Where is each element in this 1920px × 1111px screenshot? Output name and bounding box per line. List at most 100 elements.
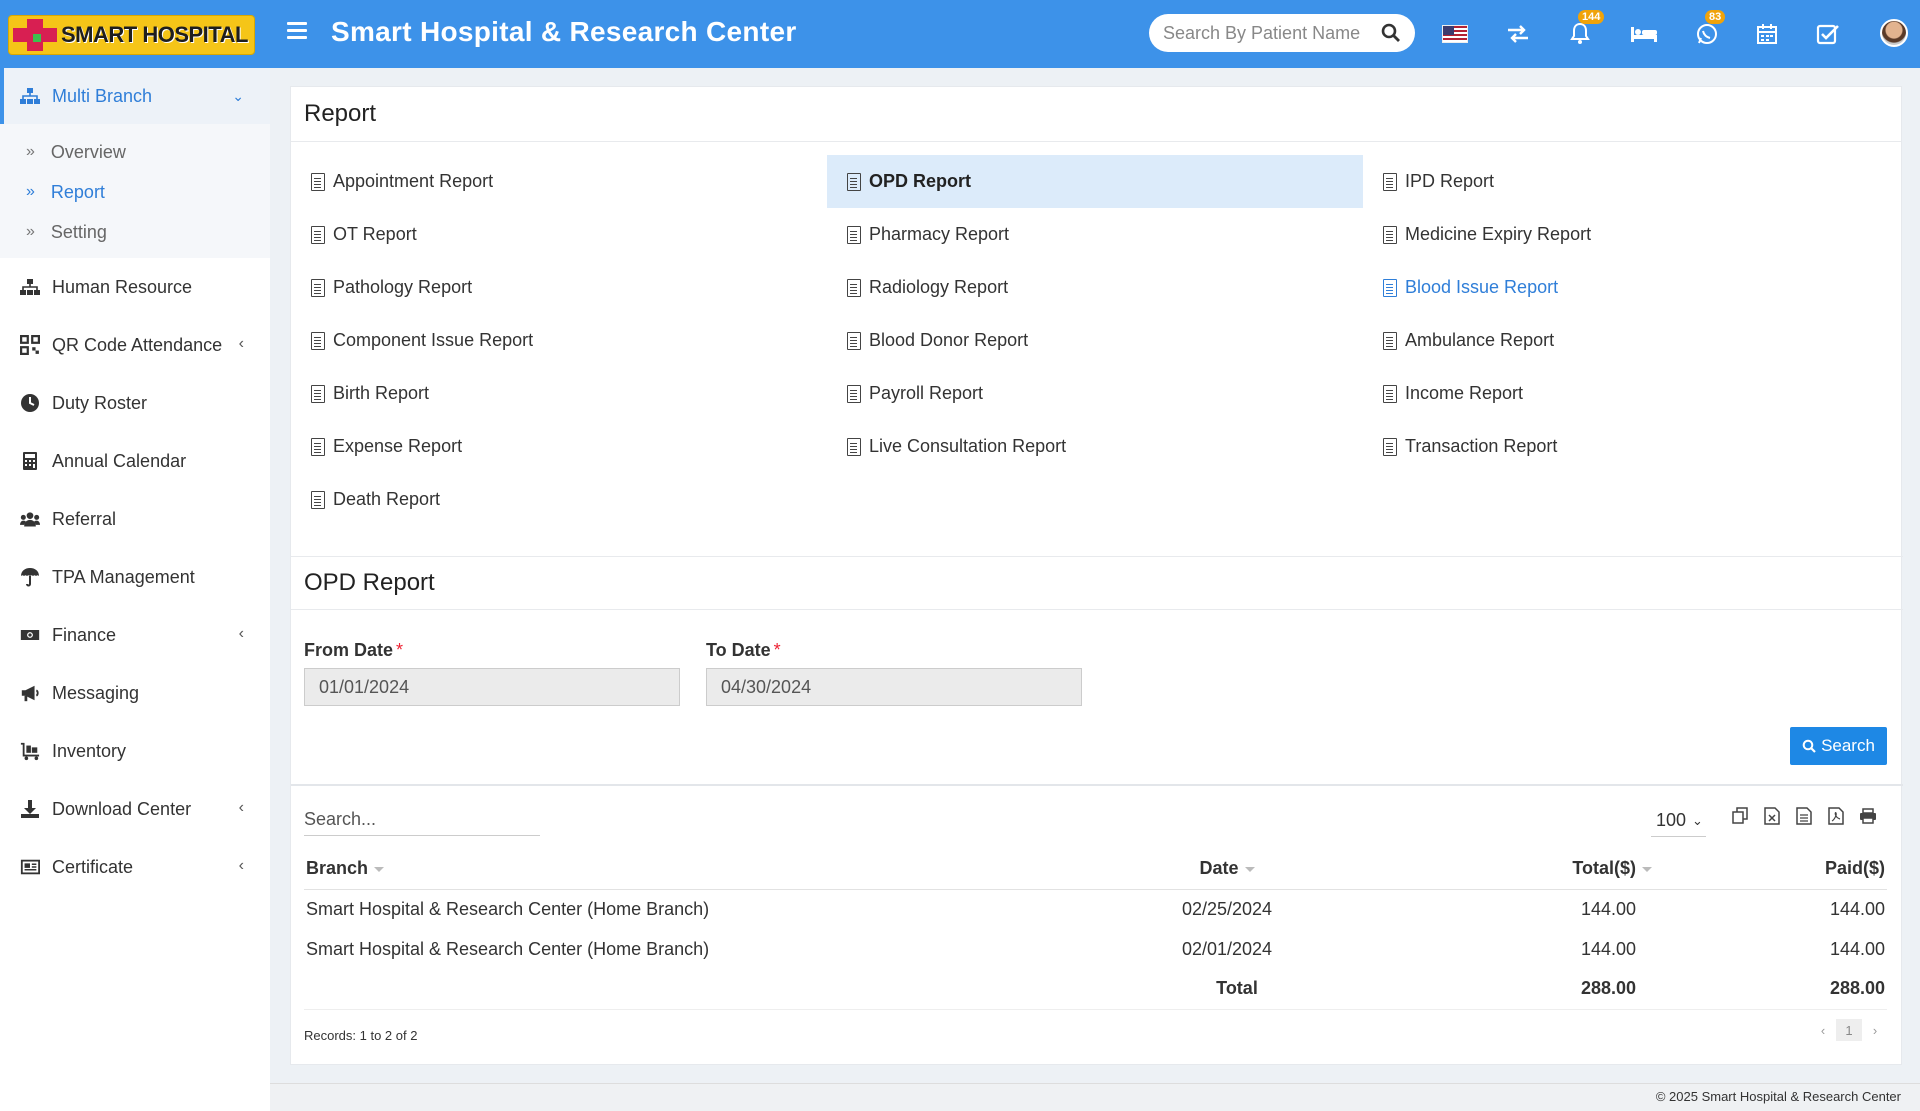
menu-toggle-icon[interactable] [287, 22, 307, 42]
chevron-left-icon: ‹ [238, 335, 244, 352]
submenu-item-setting[interactable]: » Setting [0, 212, 270, 252]
sidebar-item-duty-roster[interactable]: Duty Roster [0, 374, 270, 432]
submenu-item-overview[interactable]: » Overview [0, 132, 270, 172]
csv-icon[interactable] [1788, 801, 1820, 831]
switch-branch-icon[interactable] [1504, 20, 1532, 48]
report-link-appointment[interactable]: Appointment Report [291, 155, 827, 208]
document-icon [311, 225, 325, 244]
calculator-icon [23, 452, 37, 470]
table-search-input[interactable] [304, 804, 540, 836]
document-icon [311, 172, 325, 191]
page-size-select[interactable]: 100 ⌄ [1651, 805, 1706, 837]
hospital-logo[interactable]: SMART HOSPITAL [8, 15, 255, 55]
report-link-component-issue[interactable]: Component Issue Report [291, 314, 827, 367]
document-icon [311, 437, 325, 456]
report-link-birth[interactable]: Birth Report [291, 367, 827, 420]
chevron-down-icon: ⌄ [232, 87, 244, 104]
report-link-blood-donor[interactable]: Blood Donor Report [827, 314, 1363, 367]
sitemap-icon [20, 88, 40, 104]
calendar-icon[interactable] [1753, 20, 1781, 48]
sidebar-item-inventory[interactable]: Inventory [0, 722, 270, 780]
user-avatar[interactable] [1880, 19, 1908, 47]
document-icon [847, 225, 861, 244]
sidebar-label: QR Code Attendance [52, 334, 223, 355]
column-header-total[interactable]: Total($) [1474, 849, 1654, 890]
prev-page-icon[interactable]: ‹ [1810, 1019, 1836, 1041]
sidebar-item-download-center[interactable]: Download Center ‹ [0, 780, 270, 838]
report-link-expense[interactable]: Expense Report [291, 420, 827, 473]
from-date-input[interactable] [304, 668, 680, 706]
report-link-ambulance[interactable]: Ambulance Report [1363, 314, 1899, 367]
sidebar-item-human-resource[interactable]: Human Resource [0, 258, 270, 316]
to-date-input[interactable] [706, 668, 1082, 706]
sidebar-label: Referral [52, 508, 117, 529]
patient-search-input[interactable] [1163, 22, 1363, 44]
sidebar-item-referral[interactable]: Referral [0, 490, 270, 548]
to-date-label: To Date * [706, 640, 781, 661]
task-check-icon[interactable] [1814, 20, 1842, 48]
sidebar-item-annual-calendar[interactable]: Annual Calendar [0, 432, 270, 490]
report-link-label: OPD Report [869, 171, 972, 191]
report-link-live-consultation[interactable]: Live Consultation Report [827, 420, 1363, 473]
sort-icon [1244, 867, 1255, 872]
column-header-branch[interactable]: Branch [304, 849, 854, 890]
print-icon[interactable] [1852, 801, 1884, 831]
report-link-opd[interactable]: OPD Report [827, 155, 1363, 208]
report-link-payroll[interactable]: Payroll Report [827, 367, 1363, 420]
document-icon [311, 278, 325, 297]
cell-empty [304, 969, 854, 1010]
divider [291, 784, 1903, 786]
sidebar-item-messaging[interactable]: Messaging [0, 664, 270, 722]
search-button[interactable]: Search [1790, 727, 1887, 765]
report-panel: Report Appointment Report OPD Report IPD… [290, 86, 1903, 1065]
cell-date: 02/25/2024 [1181, 898, 1273, 919]
double-chevron-icon: » [26, 143, 35, 160]
report-link-radiology[interactable]: Radiology Report [827, 261, 1363, 314]
cell-branch: Smart Hospital & Research Center (Home B… [306, 938, 710, 959]
page-title: Report [291, 87, 1901, 142]
records-info: Records: 1 to 2 of 2 [304, 1028, 418, 1043]
report-link-pathology[interactable]: Pathology Report [291, 261, 827, 314]
next-page-icon[interactable]: › [1862, 1019, 1888, 1041]
report-link-label: Pharmacy Report [869, 224, 1010, 244]
sidebar-active-label: Multi Branch [52, 85, 153, 106]
search-icon[interactable] [1381, 23, 1401, 43]
report-link-label: Medicine Expiry Report [1405, 224, 1592, 244]
sidebar-item-tpa-management[interactable]: TPA Management [0, 548, 270, 606]
sidebar-label: TPA Management [52, 566, 195, 587]
whatsapp-icon[interactable]: 83 [1693, 10, 1726, 48]
sidebar-item-finance[interactable]: Finance ‹ [0, 606, 270, 664]
notification-bell-icon[interactable]: 144 [1566, 10, 1605, 48]
report-link-ipd[interactable]: IPD Report [1363, 155, 1899, 208]
sidebar-label: Certificate [52, 856, 134, 877]
bed-icon[interactable] [1630, 20, 1658, 48]
report-link-death[interactable]: Death Report [291, 473, 827, 526]
total-total: 288.00 [1474, 969, 1654, 1010]
report-link-transaction[interactable]: Transaction Report [1363, 420, 1899, 473]
sidebar-label: Duty Roster [52, 392, 148, 413]
report-link-label: Income Report [1405, 383, 1524, 403]
document-icon [1383, 331, 1397, 350]
cell-paid: 144.00 [1829, 898, 1885, 919]
submenu-item-report[interactable]: » Report [0, 172, 270, 212]
sidebar-item-certificate[interactable]: Certificate ‹ [0, 838, 270, 896]
report-link-label: Transaction Report [1405, 436, 1558, 456]
table-total-row: Total 288.00 288.00 [304, 969, 1887, 1010]
sidebar-item-qr-code-attendance[interactable]: QR Code Attendance ‹ [0, 316, 270, 374]
report-link-label: Live Consultation Report [869, 436, 1067, 456]
column-header-paid[interactable]: Paid($) [1654, 849, 1887, 890]
report-link-income[interactable]: Income Report [1363, 367, 1899, 420]
column-header-label: Paid($) [1824, 858, 1885, 879]
report-link-blood-issue[interactable]: Blood Issue Report [1363, 261, 1899, 314]
report-link-ot[interactable]: OT Report [291, 208, 827, 261]
page-number[interactable]: 1 [1836, 1019, 1862, 1041]
report-link-pharmacy[interactable]: Pharmacy Report [827, 208, 1363, 261]
report-link-medicine-expiry[interactable]: Medicine Expiry Report [1363, 208, 1899, 261]
excel-icon[interactable] [1756, 801, 1788, 831]
pdf-icon[interactable] [1820, 801, 1852, 831]
column-header-date[interactable]: Date [854, 849, 1474, 890]
copy-icon[interactable] [1724, 801, 1756, 831]
newspaper-icon [20, 859, 40, 875]
sidebar-item-multi-branch[interactable]: Multi Branch ⌄ [0, 68, 270, 124]
language-flag-icon[interactable] [1441, 20, 1469, 48]
